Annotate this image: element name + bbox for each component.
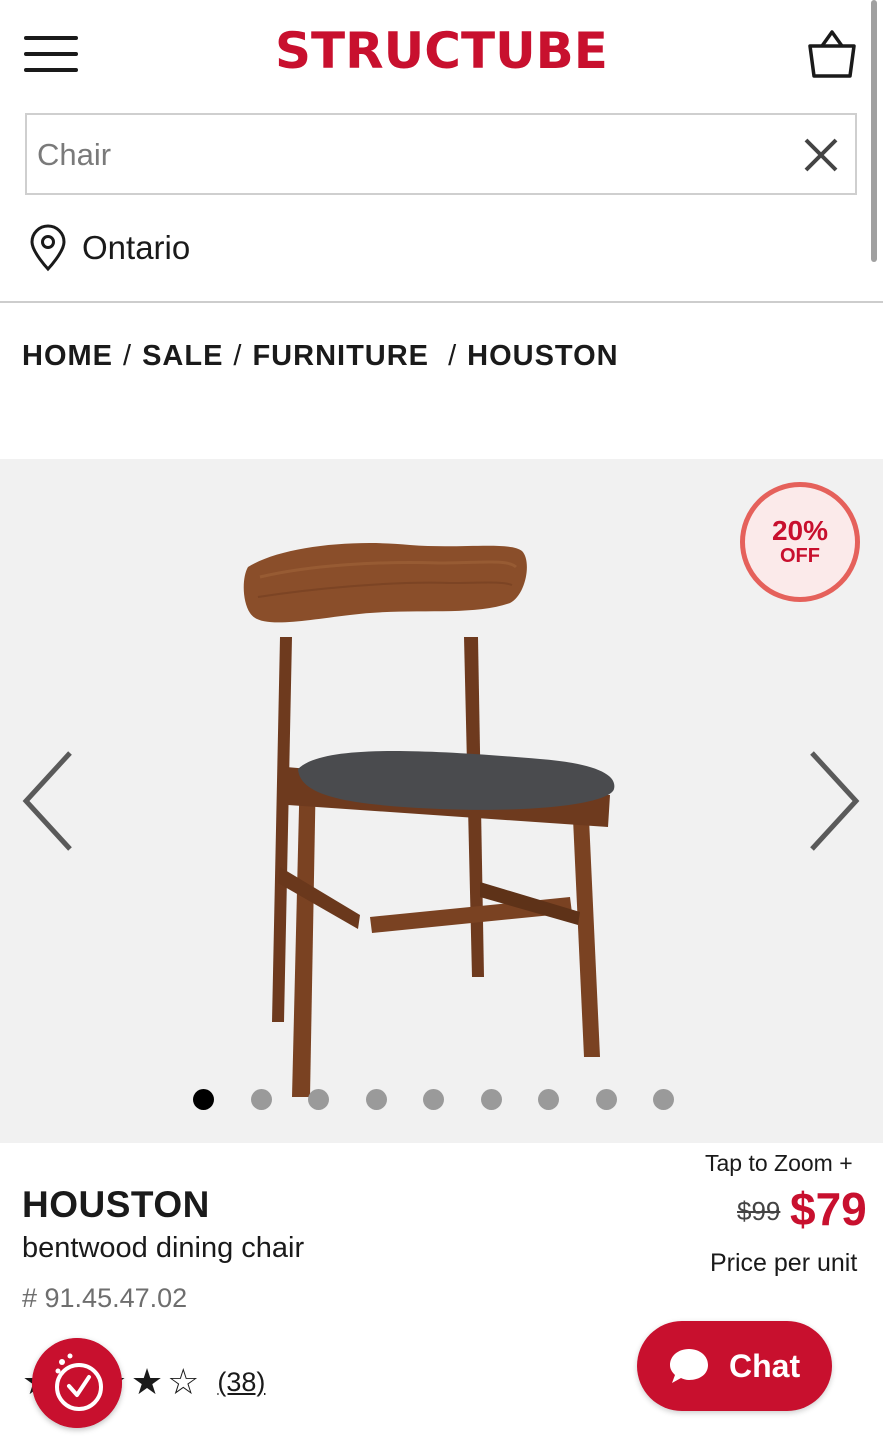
site-logo[interactable]: STRUCTUBE	[0, 22, 883, 80]
site-header: STRUCTUBE	[0, 0, 883, 100]
search-input[interactable]	[37, 133, 777, 177]
breadcrumb-separator: /	[439, 340, 458, 372]
location-selector[interactable]: Ontario	[28, 222, 190, 274]
divider	[0, 301, 883, 303]
product-name: HOUSTON	[22, 1184, 210, 1225]
breadcrumb-separator: /	[123, 340, 133, 372]
breadcrumb-home[interactable]: HOME	[22, 340, 113, 372]
gallery-dot[interactable]	[480, 1089, 502, 1110]
star-empty-icon: ☆	[167, 1361, 200, 1402]
chevron-right-icon[interactable]	[804, 749, 864, 853]
gallery-dot[interactable]	[423, 1089, 444, 1110]
review-count-link[interactable]: (38)	[217, 1367, 265, 1398]
gallery-dot[interactable]	[250, 1089, 272, 1110]
discount-percent: 20%	[771, 515, 829, 546]
chat-label: Chat	[729, 1347, 801, 1384]
breadcrumb-current: HOUSTON	[467, 340, 619, 372]
shopping-bag-icon[interactable]	[804, 26, 860, 80]
breadcrumb-sale[interactable]: SALE	[142, 340, 223, 372]
gallery-pagination	[193, 1089, 711, 1111]
scrollbar[interactable]	[871, 0, 877, 262]
breadcrumb: HOME / SALE / FURNITURE / HOUSTON	[22, 340, 619, 373]
gallery-dot[interactable]	[595, 1089, 617, 1110]
chevron-left-icon[interactable]	[18, 749, 78, 853]
chat-bubble-icon	[670, 1349, 708, 1383]
original-price: $99	[737, 1196, 781, 1226]
gallery-dot[interactable]	[538, 1089, 559, 1110]
gallery-dot[interactable]	[653, 1089, 674, 1110]
discount-off-label: OFF	[780, 545, 820, 567]
breadcrumb-separator: /	[233, 340, 243, 372]
product-gallery[interactable]: 20% OFF	[0, 459, 883, 1143]
product-image[interactable]	[240, 537, 630, 1097]
product-description: bentwood dining chair	[22, 1232, 305, 1264]
gallery-dot[interactable]	[365, 1089, 387, 1110]
price-unit-label: Price per unit	[710, 1249, 858, 1277]
map-pin-icon	[30, 224, 66, 272]
search-box	[25, 113, 857, 195]
sale-price: $79	[790, 1183, 867, 1235]
gallery-dot[interactable]	[308, 1089, 329, 1110]
chat-button[interactable]: Chat	[637, 1321, 832, 1411]
discount-badge: 20% OFF	[740, 482, 860, 602]
tap-to-zoom[interactable]: Tap to Zoom +	[705, 1150, 853, 1177]
gallery-dot[interactable]	[193, 1089, 214, 1110]
location-label: Ontario	[82, 229, 191, 266]
product-sku: # 91.45.47.02	[22, 1283, 188, 1313]
breadcrumb-furniture[interactable]: FURNITURE	[252, 340, 429, 372]
star-filled-icon: ★	[130, 1361, 164, 1402]
offers-badge-icon[interactable]	[32, 1338, 122, 1428]
close-icon[interactable]	[801, 135, 841, 175]
